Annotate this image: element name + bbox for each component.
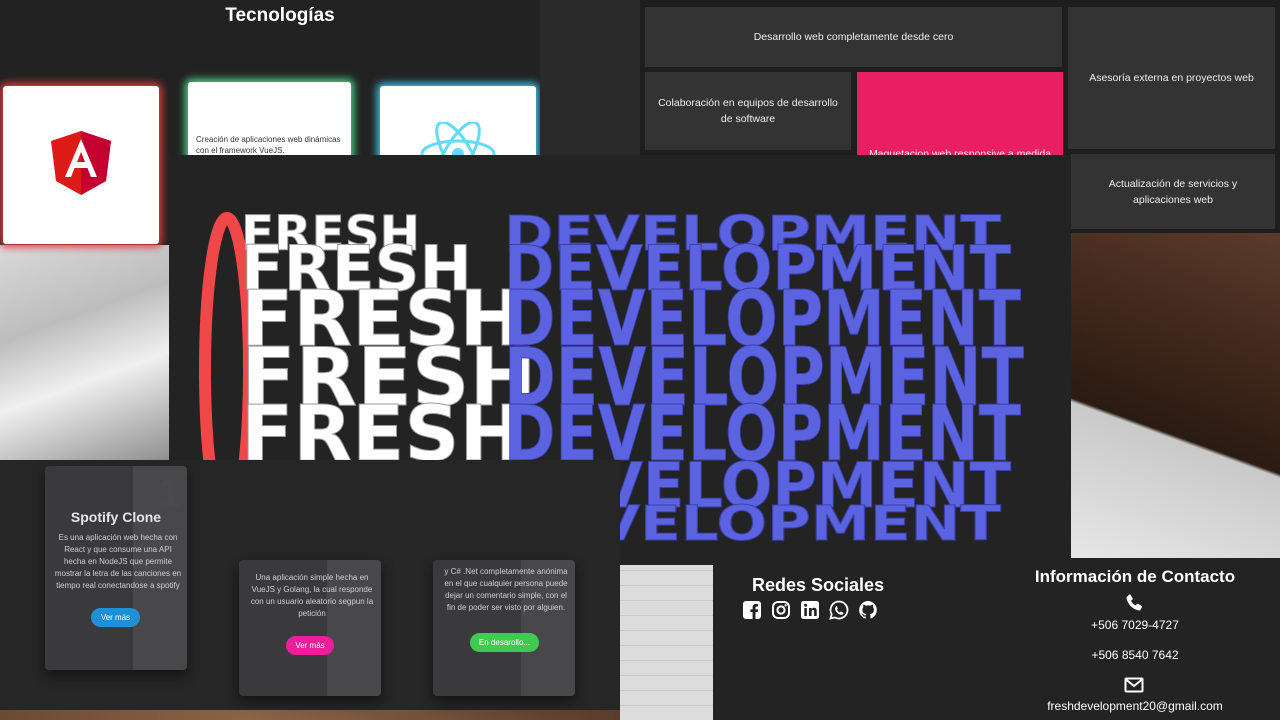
project-description: Es una aplicación web hecha con React y …: [54, 533, 182, 590]
in-development-button[interactable]: En desarollo...: [470, 633, 539, 652]
project-card[interactable]: Una aplicación simple hecha en VueJS y G…: [239, 560, 381, 696]
whatsapp-icon[interactable]: [829, 600, 849, 620]
angular-card[interactable]: [3, 86, 159, 244]
service-tile: Colaboración en equipos de desarrollo de…: [645, 72, 851, 150]
project-card[interactable]: y C# .Net completamente anónima en el qu…: [433, 560, 575, 696]
instagram-icon[interactable]: [771, 600, 791, 620]
react-card[interactable]: [380, 86, 536, 166]
github-icon[interactable]: [858, 600, 878, 620]
angular-logo-icon: [51, 131, 111, 195]
linkedin-icon[interactable]: [800, 600, 820, 620]
project-title: Spotify Clone: [70, 509, 162, 525]
technologies-title: Tecnologías: [225, 5, 335, 26]
service-tile: Desarrollo web completamente desde cero: [645, 7, 1062, 67]
project-description: Una aplicación simple hecha en VueJS y G…: [250, 573, 374, 618]
phone-number[interactable]: +506 7029-4727: [1010, 618, 1260, 632]
service-tile: Asesoría externa en proyectos web: [1068, 7, 1275, 149]
mail-icon: [1124, 677, 1144, 693]
contact-title: Información de Contacto: [1034, 567, 1236, 586]
service-tile: Maquetacion web responsive a medida: [857, 72, 1063, 156]
social-icons: [742, 600, 878, 620]
project-card[interactable]: 1 Spotify Clone Es una aplicación web he…: [45, 466, 187, 670]
see-more-button[interactable]: Ver más: [286, 636, 334, 655]
project-description: y C# .Net completamente anónima en el qu…: [444, 567, 568, 612]
phone-icon: [1126, 594, 1143, 611]
phone-number[interactable]: +506 8540 7642: [1010, 648, 1260, 662]
facebook-icon[interactable]: [742, 600, 762, 620]
vue-description: Creación de aplicaciones web dinámicas c…: [196, 135, 341, 155]
vue-card[interactable]: Creación de aplicaciones web dinámicas c…: [188, 82, 351, 162]
background-photo: [1070, 233, 1280, 558]
services-background: [540, 0, 640, 160]
email-address[interactable]: freshdevelopment20@gmail.com: [1010, 699, 1260, 713]
social-title: Redes Sociales: [752, 575, 885, 595]
service-tile: Actualización de servicios y aplicacione…: [1071, 154, 1275, 229]
background-photo: [0, 245, 180, 460]
background-photo: [620, 560, 715, 720]
see-more-button[interactable]: Ver más: [91, 608, 140, 627]
